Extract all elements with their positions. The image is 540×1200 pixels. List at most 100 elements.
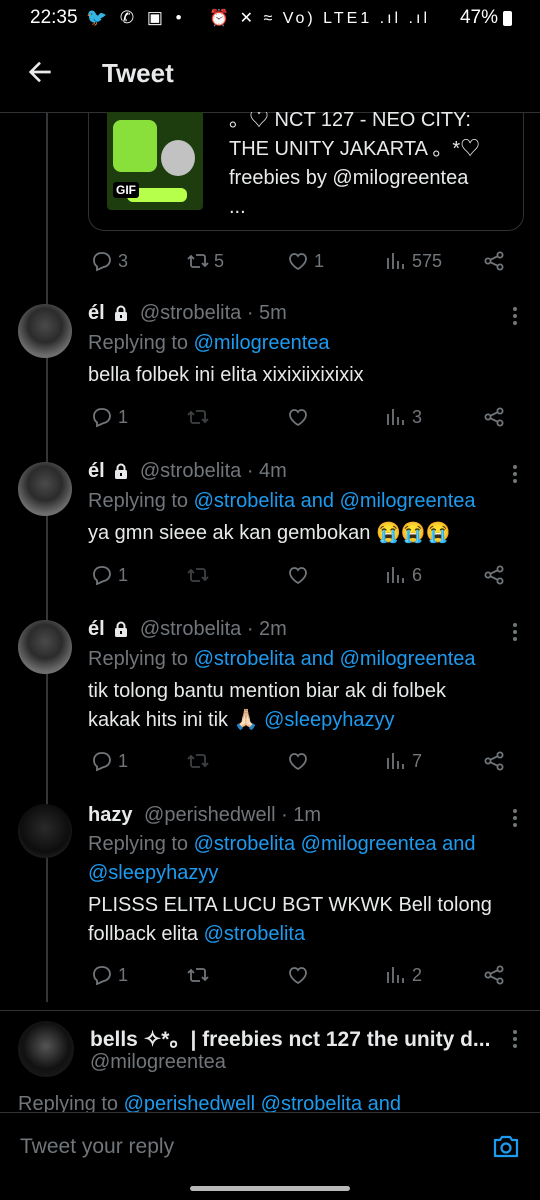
tweet-text: follback elita @strobelita <box>88 920 305 949</box>
mention-link[interactable]: @milogreentea <box>194 332 330 354</box>
timestamp: · 5m <box>246 302 287 324</box>
notification-icons: 🐦 ✆ ▣ • <box>86 8 186 27</box>
tweet-header: él @strobelita · 4m <box>88 460 287 483</box>
reply-count: 1 <box>118 564 129 585</box>
retweet-button[interactable] <box>186 402 210 432</box>
username[interactable]: @strobelita <box>140 618 241 640</box>
reply-button[interactable]: 1 <box>90 560 128 590</box>
views-button[interactable]: 575 <box>384 246 442 276</box>
tweet-text-line: follback elita <box>88 923 204 945</box>
avatar[interactable] <box>18 304 72 358</box>
username[interactable]: @perishedwell <box>144 804 275 826</box>
reply-tweet[interactable]: él @strobelita · 5m Replying to @milogre… <box>0 298 540 438</box>
avatar[interactable] <box>18 804 72 858</box>
retweet-count: 5 <box>214 250 225 271</box>
reply-icon <box>93 408 111 428</box>
display-name[interactable]: él <box>88 460 105 482</box>
quoted-text-line: 。♡ NCT 127 - NEO CITY: <box>229 112 471 131</box>
quoted-tweet-text: 。♡ NCT 127 - NEO CITY: THE UNITY JAKARTA… <box>229 112 509 222</box>
reply-button[interactable]: 1 <box>90 402 128 432</box>
share-button[interactable] <box>482 402 506 432</box>
camera-icon[interactable] <box>492 1133 520 1159</box>
display-name[interactable]: bells ✧*。| freebies nct 127 the unity d.… <box>90 1023 490 1053</box>
views-button[interactable]: 7 <box>384 746 422 776</box>
display-name[interactable]: él <box>88 302 105 324</box>
back-arrow-icon[interactable] <box>24 56 56 88</box>
more-options-icon[interactable] <box>512 1029 518 1049</box>
retweet-button[interactable] <box>186 960 210 990</box>
reply-button[interactable]: 1 <box>90 960 128 990</box>
views-count: 2 <box>412 964 423 985</box>
username[interactable]: @strobelita <box>140 460 241 482</box>
views-button[interactable]: 6 <box>384 560 422 590</box>
share-button[interactable] <box>482 960 506 990</box>
more-options-icon[interactable] <box>512 306 518 326</box>
avatar[interactable] <box>18 462 72 516</box>
reply-count: 1 <box>118 750 129 771</box>
mention-link[interactable]: @strobelita @milogreentea and <box>194 833 476 855</box>
like-button[interactable] <box>286 746 310 776</box>
mention-link[interactable]: @sleepyhazyy <box>264 709 394 731</box>
like-button[interactable] <box>286 960 310 990</box>
like-button[interactable]: 1 <box>286 246 324 276</box>
avatar[interactable] <box>18 1021 74 1077</box>
reply-tweet[interactable]: él @strobelita · 2m Replying to @strobel… <box>0 614 540 784</box>
focused-tweet[interactable]: bells ✧*。| freebies nct 127 the unity d.… <box>0 1010 540 1113</box>
reply-tweet[interactable]: hazy @perishedwell · 1m Replying to @str… <box>0 800 540 1000</box>
tweet-text-line: kakak hits ini tik 🙏🏻 <box>88 709 265 731</box>
username[interactable]: @strobelita <box>140 302 241 324</box>
reply-icon <box>93 566 111 586</box>
reply-input[interactable] <box>18 1129 462 1165</box>
more-options-icon[interactable] <box>512 808 518 828</box>
views-icon <box>387 967 404 983</box>
like-button[interactable] <box>286 560 310 590</box>
views-icon <box>387 409 404 425</box>
status-time: 22:35 <box>30 7 78 28</box>
reply-button[interactable]: 1 <box>90 746 128 776</box>
avatar[interactable] <box>18 620 72 674</box>
retweet-icon <box>187 968 209 982</box>
share-button[interactable] <box>482 246 506 276</box>
mention-link[interactable]: @strobelita <box>204 923 305 945</box>
mention-link[interactable]: @perishedwell @strobelita and <box>124 1093 401 1113</box>
more-options-icon[interactable] <box>512 464 518 484</box>
retweet-icon <box>187 754 209 768</box>
mention-link[interactable]: @sleepyhazyy <box>88 862 218 884</box>
retweet-button[interactable] <box>186 560 210 590</box>
share-button[interactable] <box>482 560 506 590</box>
display-name[interactable]: él <box>88 618 105 640</box>
share-button[interactable] <box>482 746 506 776</box>
replying-to: Replying to @strobelita and @milogreente… <box>88 487 476 516</box>
quoted-text-line: ... <box>229 196 246 218</box>
tweet-text: bella folbek ini elita xixixiixixixix <box>88 364 364 386</box>
views-count: 7 <box>412 750 423 771</box>
mention-link[interactable]: @strobelita and @milogreentea <box>194 490 476 512</box>
mention-link[interactable]: @strobelita and @milogreentea <box>194 648 476 670</box>
reply-composer <box>0 1112 540 1179</box>
display-name[interactable]: hazy <box>88 804 132 826</box>
views-button[interactable]: 3 <box>384 402 422 432</box>
retweet-icon <box>187 254 209 268</box>
views-count: 575 <box>412 250 443 271</box>
tweet-actions: 1 7 <box>0 746 540 776</box>
page-title: Tweet <box>102 58 174 88</box>
home-indicator[interactable] <box>190 1186 350 1191</box>
retweet-button[interactable]: 5 <box>186 246 224 276</box>
reply-tweet[interactable]: él @strobelita · 4m Replying to @strobel… <box>0 456 540 596</box>
views-icon <box>387 753 404 769</box>
retweet-icon <box>187 410 209 424</box>
reply-button[interactable]: 3 <box>90 246 128 276</box>
quoted-tweet-card[interactable]: GIF 。♡ NCT 127 - NEO CITY: THE UNITY JAK… <box>88 112 524 231</box>
more-options-icon[interactable] <box>512 622 518 642</box>
retweet-button[interactable] <box>186 746 210 776</box>
battery-icon <box>503 11 512 26</box>
tweet-text: ya gmn sieee ak kan gembokan 😭😭😭 <box>88 522 451 544</box>
username[interactable]: @milogreentea <box>90 1051 226 1074</box>
quoted-text-line: freebies by @milogreentea <box>229 167 469 189</box>
like-button[interactable] <box>286 402 310 432</box>
tweet-text: kakak hits ini tik 🙏🏻 @sleepyhazyy <box>88 706 394 735</box>
status-bar: 22:35 🐦 ✆ ▣ • ⏰ ✕ ≈ Vo) LTE1 .ıl .ıl 47% <box>0 0 540 36</box>
top-bar: Tweet <box>0 36 540 113</box>
views-button[interactable]: 2 <box>384 960 422 990</box>
replying-to-label: Replying to <box>88 648 194 670</box>
